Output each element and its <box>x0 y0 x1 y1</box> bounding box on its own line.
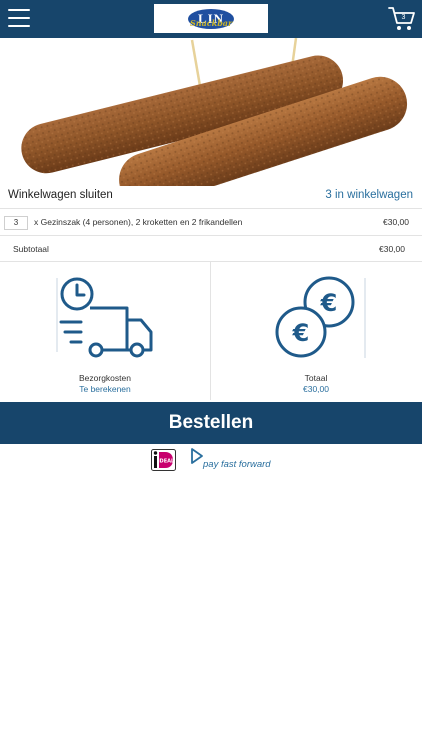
hamburger-menu-icon[interactable] <box>8 9 30 27</box>
total-panel: € € Totaal €30,00 <box>211 262 421 400</box>
subtotal-value: €30,00 <box>379 244 405 254</box>
delivery-truck-clock-icon <box>55 274 155 360</box>
delivery-cost-panel: Bezorgkosten Te berekenen <box>0 262 210 400</box>
hero-image <box>0 38 422 186</box>
order-button[interactable]: Bestellen <box>0 402 422 444</box>
delivery-cost-label: Bezorgkosten <box>79 373 131 383</box>
quantity-input[interactable] <box>4 216 28 230</box>
subtotal-label: Subtotaal <box>13 244 49 254</box>
euro-coins-icon: € € <box>273 276 369 362</box>
cart-count-badge: 3 <box>401 14 406 21</box>
shopping-cart-icon[interactable]: 3 <box>388 6 416 32</box>
cart-item-row: x Gezinszak (4 personen), 2 kroketten en… <box>0 209 422 236</box>
subtotal-row: Subtotaal €30,00 <box>0 236 422 262</box>
cost-panels: Bezorgkosten Te berekenen € € Totaal €30… <box>0 262 422 400</box>
top-bar: LIN Snackbar 3 <box>0 0 422 38</box>
close-cart-link[interactable]: Winkelwagen sluiten <box>8 189 113 201</box>
pay-fast-forward-text: pay fast forward <box>203 459 271 470</box>
cart-count-link[interactable]: 3 in winkelwagen <box>325 189 413 201</box>
cart-header: Winkelwagen sluiten 3 in winkelwagen <box>0 186 422 209</box>
logo-script: Snackbar <box>190 18 233 28</box>
ideal-text: iDEAL <box>158 459 175 465</box>
delivery-cost-value: Te berekenen <box>79 384 131 394</box>
total-label: Totaal <box>304 373 328 383</box>
total-value: €30,00 <box>303 384 329 394</box>
svg-text:€: € <box>292 319 310 347</box>
item-description: x Gezinszak (4 personen), 2 kroketten en… <box>34 217 243 227</box>
svg-text:€: € <box>320 289 338 317</box>
ideal-logo: iDEAL <box>151 449 176 471</box>
item-price: €30,00 <box>383 217 409 227</box>
